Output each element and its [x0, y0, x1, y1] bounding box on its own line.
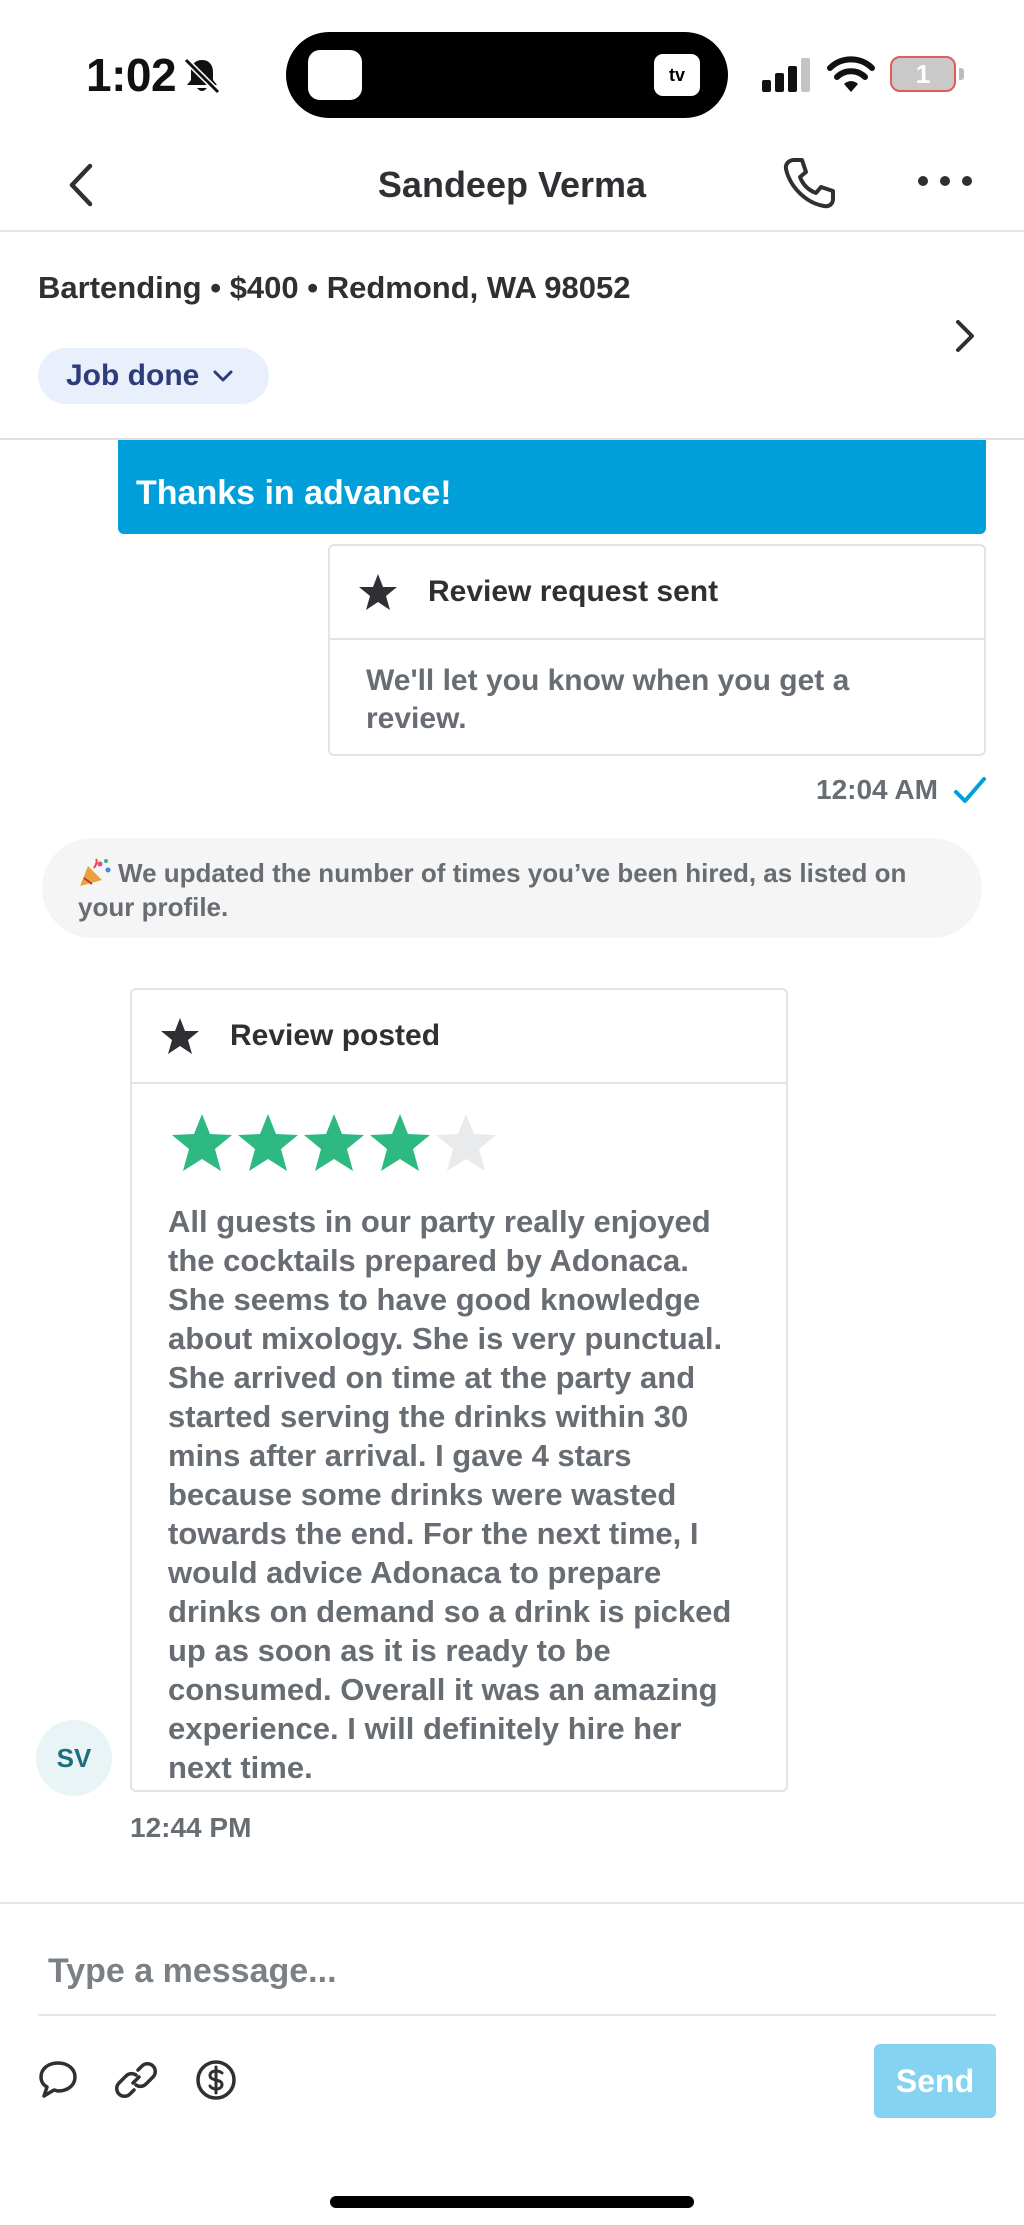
message-composer: Send — [0, 1902, 1024, 2225]
phone-call-icon[interactable] — [780, 154, 838, 212]
job-status-dropdown[interactable]: Job done — [38, 348, 270, 404]
star-rating — [132, 1084, 786, 1174]
chat-header: Sandeep Verma — [0, 140, 1024, 232]
review-request-body: We'll let you know when you get a review… — [366, 664, 850, 735]
home-indicator[interactable] — [330, 2196, 694, 2208]
review-request-title: Review request sent — [428, 575, 719, 608]
bell-muted-icon — [183, 57, 221, 95]
cellular-signal-icon — [762, 58, 810, 92]
job-summary-text: Bartending • $400 • Redmond, WA 98052 — [38, 270, 631, 305]
review-posted-title: Review posted — [230, 1019, 441, 1052]
send-button[interactable]: Send — [874, 2044, 996, 2118]
status-time: 1:02 — [86, 49, 177, 101]
review-posted-card: Review posted All guests in our party re… — [130, 988, 788, 1792]
review-timestamp: 12:44 PM — [130, 1812, 252, 1843]
star-empty-icon — [436, 1114, 496, 1171]
message-timestamp: 12:04 AM — [816, 774, 938, 805]
chevron-down-icon — [213, 370, 233, 382]
star-icon — [161, 1018, 199, 1054]
island-app-icon — [308, 50, 362, 100]
star-filled-icon — [238, 1114, 298, 1171]
job-status-label: Job done — [66, 359, 200, 392]
outgoing-message-bubble: Thanks in advance! — [118, 440, 986, 534]
delivered-check-icon — [954, 777, 986, 803]
wifi-icon — [827, 56, 875, 92]
more-options-icon[interactable] — [914, 168, 976, 194]
apple-tv-icon: tv — [654, 54, 700, 96]
tv-label: tv — [668, 65, 685, 85]
party-popper-icon — [80, 858, 111, 886]
star-filled-icon — [172, 1114, 232, 1171]
job-summary-bar[interactable]: Bartending • $400 • Redmond, WA 98052 Jo… — [0, 234, 1024, 440]
dynamic-island: tv — [286, 32, 728, 118]
system-notification: We updated the number of times you’ve be… — [42, 838, 982, 938]
review-posted-header: Review posted — [132, 990, 786, 1084]
chevron-right-icon[interactable] — [950, 314, 980, 358]
review-request-header: Review request sent — [330, 546, 984, 640]
star-icon — [359, 574, 397, 610]
message-input[interactable] — [38, 1928, 996, 2016]
system-notification-text: We updated the number of times you’ve be… — [78, 858, 907, 922]
contact-name: Sandeep Verma — [377, 164, 647, 205]
star-filled-icon — [304, 1114, 364, 1171]
dollar-payment-icon[interactable] — [194, 2058, 238, 2102]
review-text: All guests in our party really enjoyed t… — [168, 1204, 732, 1785]
star-filled-icon — [370, 1114, 430, 1171]
link-icon[interactable] — [114, 2058, 158, 2102]
avatar[interactable]: SV — [36, 1720, 112, 1796]
status-bar: 1:02 tv 1 — [0, 0, 1024, 140]
battery-level: 1 — [915, 59, 931, 89]
review-request-card: Review request sent We'll let you know w… — [328, 544, 986, 756]
battery-indicator: 1 — [890, 56, 964, 92]
chat-bubble-icon[interactable] — [36, 2058, 80, 2102]
